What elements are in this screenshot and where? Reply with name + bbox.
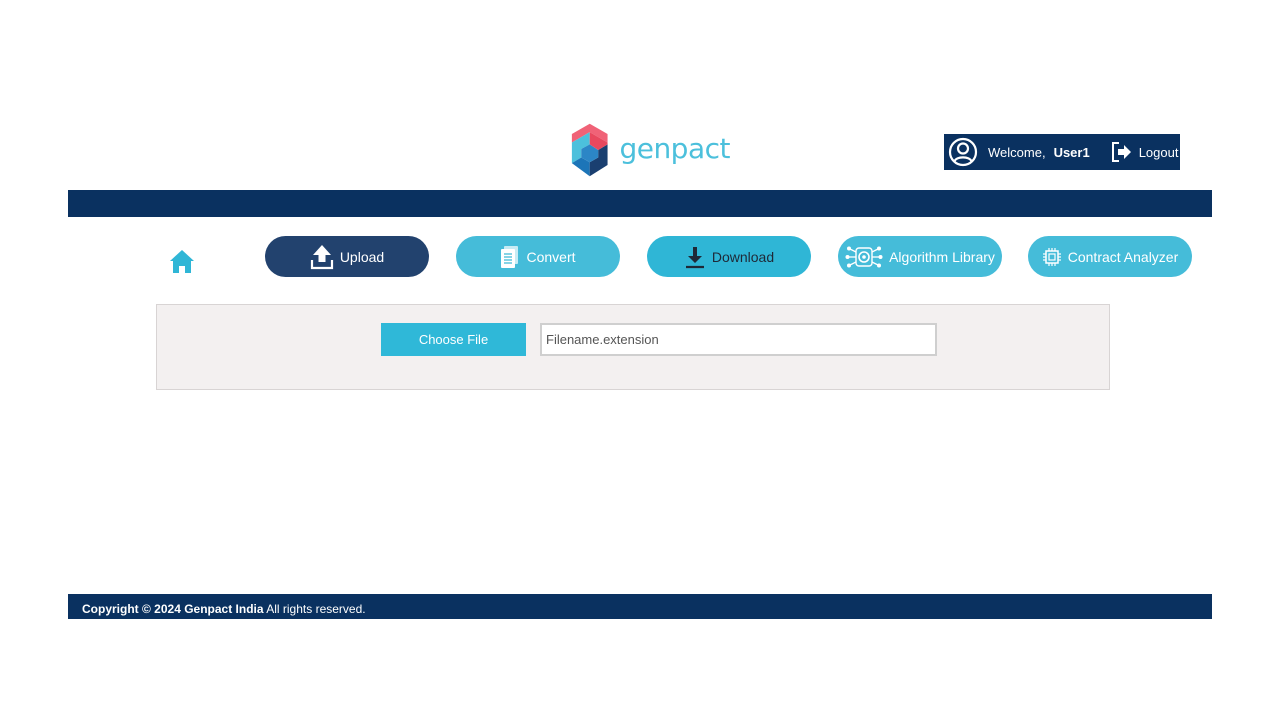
footer: Copyright © 2024 Genpact India All right…: [68, 594, 1212, 619]
user-circle-icon: [948, 137, 978, 167]
copyright-text: Copyright © 2024 Genpact India: [82, 602, 264, 616]
choose-file-label: Choose File: [418, 332, 489, 347]
upload-label: Upload: [339, 248, 385, 265]
contract-analyzer-label: Contract Analyzer: [1067, 248, 1179, 265]
upload-button[interactable]: Upload: [265, 236, 429, 277]
download-button[interactable]: Download: [647, 236, 811, 277]
logout-button[interactable]: Logout: [1110, 140, 1179, 164]
choose-file-button[interactable]: Choose File: [381, 323, 526, 356]
chip-icon: [1042, 247, 1061, 266]
download-icon: [685, 246, 704, 268]
download-label: Download: [711, 248, 775, 265]
convert-button[interactable]: Convert: [456, 236, 620, 277]
document-icon: [501, 245, 519, 268]
logout-label: Logout: [1138, 144, 1179, 160]
genpact-logo: genpact: [570, 121, 730, 179]
contract-analyzer-button[interactable]: Contract Analyzer: [1028, 236, 1192, 277]
algorithm-library-label: Algorithm Library: [889, 248, 995, 265]
rights-text: All rights reserved.: [263, 602, 366, 616]
logout-icon: [1111, 142, 1131, 162]
convert-label: Convert: [526, 248, 576, 265]
network-gear-icon: [845, 246, 883, 267]
username: User1: [1053, 144, 1090, 160]
user-box: Welcome, User1 Logout: [944, 134, 1180, 170]
genpact-logo-icon: [571, 123, 608, 177]
upload-icon: [310, 244, 333, 269]
home-button[interactable]: [168, 247, 196, 275]
footer-text: Copyright © 2024 Genpact India All right…: [82, 602, 366, 616]
home-icon: [170, 250, 194, 273]
top-navbar-strip: [68, 190, 1212, 217]
filename-input[interactable]: [540, 323, 937, 356]
welcome-label: Welcome,: [988, 144, 1046, 160]
brand-name: genpact: [619, 131, 730, 165]
algorithm-library-button[interactable]: Algorithm Library: [838, 236, 1002, 277]
